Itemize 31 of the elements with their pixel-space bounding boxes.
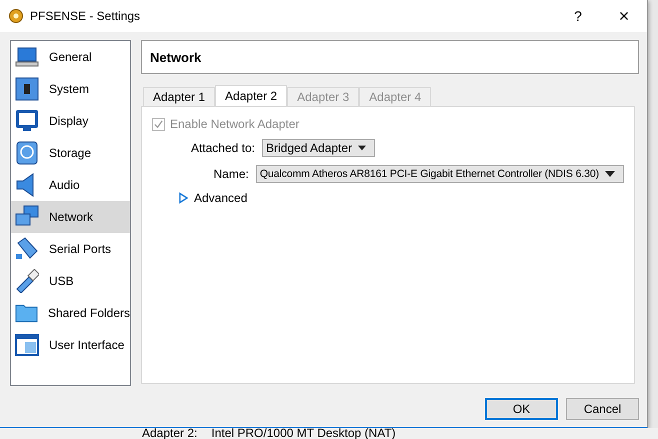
sidebar-item[interactable]: General [11, 41, 130, 73]
triangle-icon [179, 192, 188, 204]
sidebar-item[interactable]: USB [11, 265, 130, 297]
window-icon [15, 333, 39, 357]
monitor-icon [15, 109, 39, 133]
sidebar-item[interactable]: System [11, 73, 130, 105]
sidebar-item[interactable]: Storage [11, 137, 130, 169]
sidebar-item[interactable]: Network [11, 201, 130, 233]
cancel-button[interactable]: Cancel [566, 398, 639, 420]
usb-icon [15, 269, 39, 293]
caret-icon [358, 145, 366, 151]
attached-to-dropdown[interactable]: Bridged Adapter [262, 139, 375, 157]
tab[interactable]: Adapter 2 [215, 85, 288, 106]
sidebar-item[interactable]: Shared Folders [11, 297, 130, 329]
name-dropdown[interactable]: Qualcomm Atheros AR8161 PCI-E Gigabit Ethernet Controller (NDIS 6.30) [256, 165, 624, 183]
tab[interactable]: Adapter 1 [143, 87, 216, 106]
laptop-icon [15, 45, 39, 69]
window-title: PFSENSE - Settings [30, 9, 140, 23]
sidebar-item[interactable]: Audio [11, 169, 130, 201]
close-button[interactable]: × [601, 0, 647, 32]
sidebar-item[interactable]: Serial Ports [11, 233, 130, 265]
ok-button[interactable]: OK [485, 398, 558, 420]
advanced-toggle[interactable]: Advanced [179, 191, 248, 205]
field-label: Attached to: [190, 141, 256, 155]
sidebar-item[interactable]: User Interface [11, 329, 130, 361]
help-button[interactable]: ? [555, 0, 601, 32]
sidebar-item[interactable]: Display [11, 105, 130, 137]
field-label: Name: [212, 167, 250, 181]
page-title: Network [150, 50, 202, 64]
caret-icon [605, 171, 615, 177]
checkbox-label: Enable Network Adapter [170, 117, 300, 131]
